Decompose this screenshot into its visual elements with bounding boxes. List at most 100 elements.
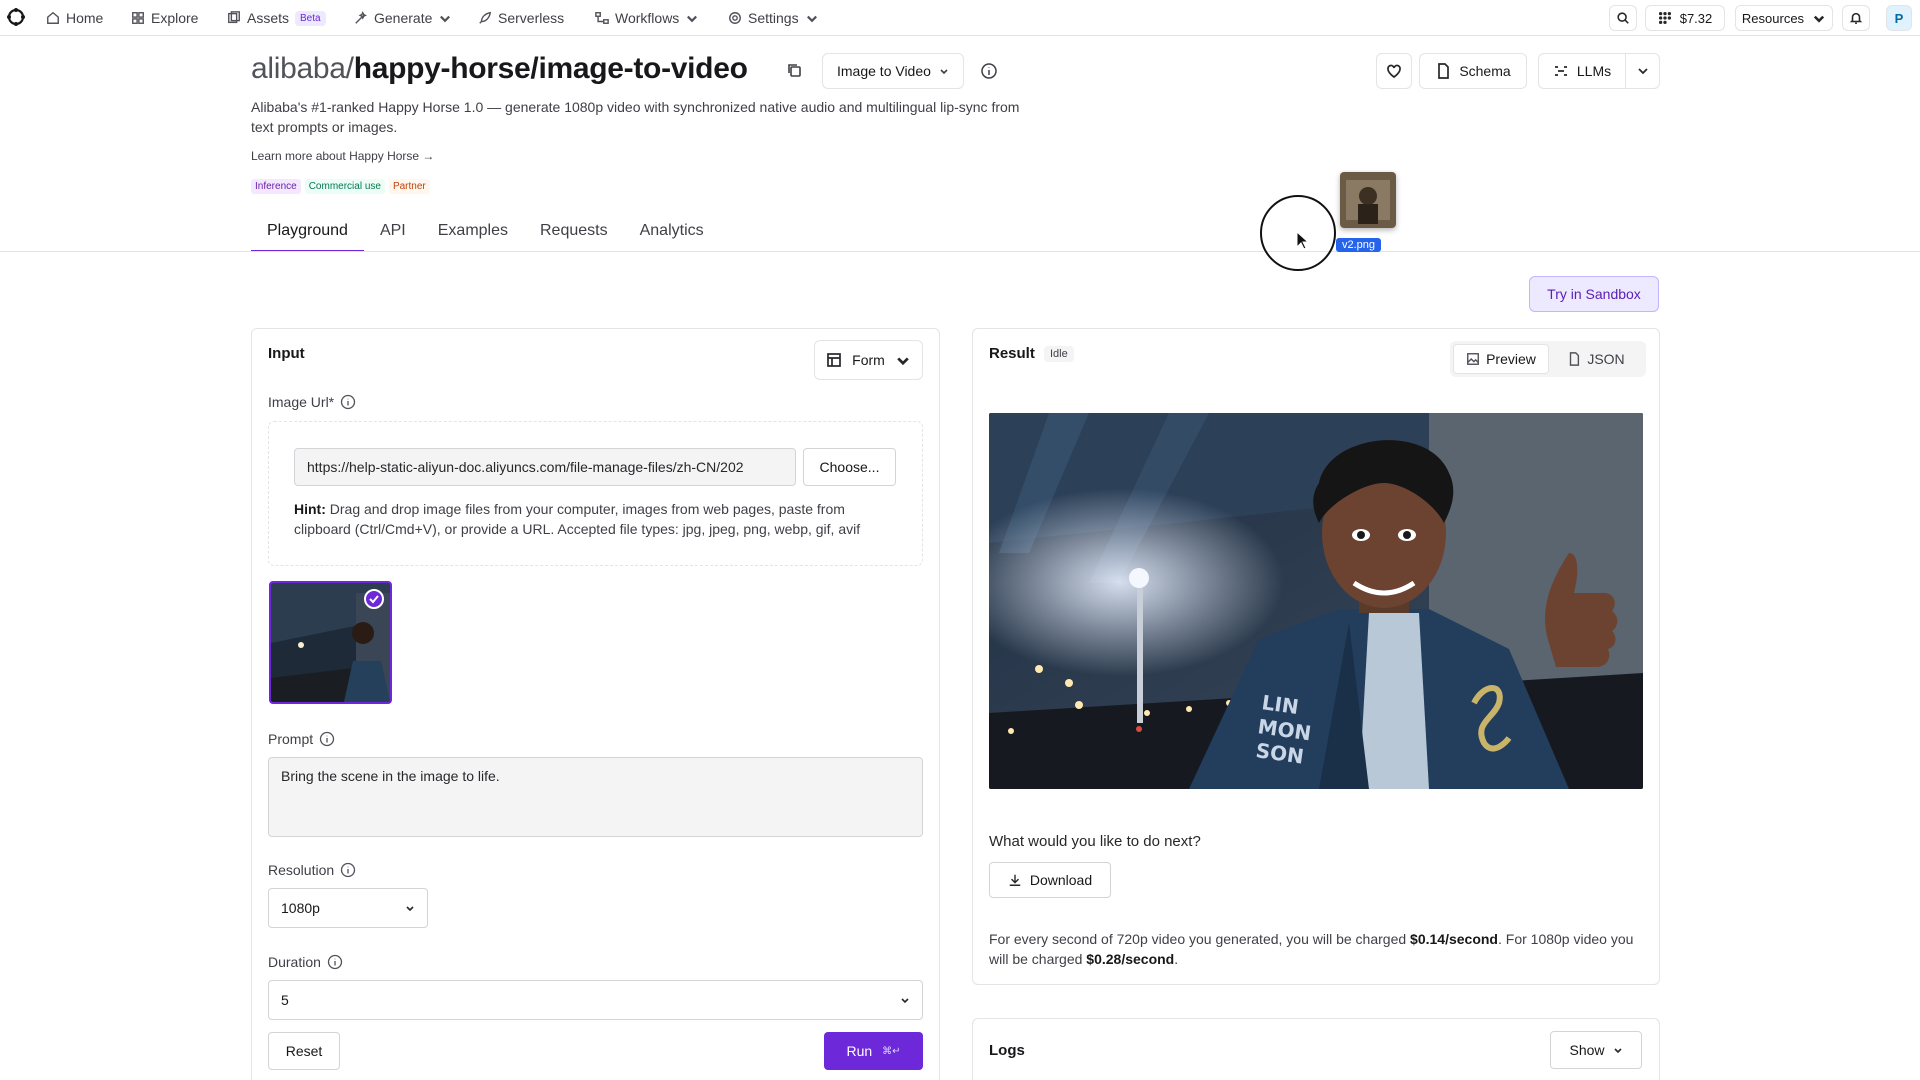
schema-button[interactable]: Schema: [1419, 53, 1527, 89]
tab-analytics[interactable]: Analytics: [624, 222, 720, 252]
mode-select[interactable]: Image to Video: [822, 53, 964, 89]
search-icon: [1617, 12, 1629, 24]
file-icon: [1438, 63, 1450, 79]
chevron-down-icon: [1637, 68, 1648, 75]
status-badge: Idle: [1044, 346, 1074, 362]
resolution-value: 1080p: [281, 900, 320, 916]
chevron-down-icon: [897, 357, 909, 366]
pricing-text-1: For every second of 720p video you gener…: [989, 931, 1411, 947]
resources-dropdown[interactable]: Resources: [1735, 5, 1833, 31]
credits-icon: [1658, 11, 1671, 25]
upload-hint: Hint: Drag and drop image files from you…: [294, 499, 904, 539]
info-icon[interactable]: [327, 954, 343, 970]
llm-icon: [1554, 66, 1567, 76]
nav-settings-label: Settings: [748, 10, 799, 26]
model-name: happy-horse/image-to-video: [353, 52, 748, 85]
notifications-button[interactable]: [1842, 5, 1870, 31]
grid-icon: [132, 12, 144, 24]
download-label: Download: [1029, 872, 1093, 888]
resolution-select[interactable]: 1080p: [268, 888, 428, 928]
nav-explore-label: Explore: [151, 10, 199, 26]
workflow-icon: [595, 12, 609, 24]
image-url-label-row: Image Url*: [268, 394, 356, 410]
reset-button[interactable]: Reset: [268, 1032, 340, 1070]
duration-label-row: Duration: [268, 954, 343, 970]
chevron-down-icon: [440, 15, 451, 23]
run-label: Run: [846, 1043, 873, 1059]
result-preview-image[interactable]: LIN MON SON: [989, 413, 1643, 789]
info-icon[interactable]: [980, 62, 998, 80]
info-icon[interactable]: [319, 731, 335, 747]
balance-button[interactable]: $7.32: [1645, 5, 1725, 31]
json-toggle[interactable]: JSON: [1549, 344, 1643, 374]
llms-label: LLMs: [1576, 63, 1612, 79]
drag-file-label: v2.png: [1336, 238, 1382, 252]
resources-label: Resources: [1741, 10, 1805, 26]
format-dropdown[interactable]: Form: [814, 340, 923, 380]
drag-preview-thumbnail: [1340, 172, 1396, 228]
download-button[interactable]: Download: [989, 862, 1111, 898]
image-url-input[interactable]: https://help-static-aliyun-doc.aliyuncs.…: [294, 448, 796, 486]
nav-generate-label: Generate: [374, 10, 433, 26]
tab-playground[interactable]: Playground: [251, 222, 364, 252]
preview-toggle[interactable]: Preview: [1453, 344, 1549, 374]
nav-serverless[interactable]: Serverless: [478, 8, 564, 28]
nav-explore[interactable]: Explore: [131, 8, 198, 28]
tag-inference: Inference: [251, 179, 301, 194]
tabs-divider: [0, 251, 1920, 252]
beta-badge: Beta: [295, 10, 326, 26]
run-button[interactable]: Run ⌘↵: [824, 1032, 923, 1070]
chevron-down-icon: [687, 15, 698, 23]
image-dropzone[interactable]: [268, 421, 923, 566]
hint-text: Drag and drop image files from your comp…: [294, 501, 861, 537]
prompt-label-row: Prompt: [268, 731, 335, 747]
search-button[interactable]: [1609, 5, 1637, 31]
gear-icon: [729, 12, 741, 24]
try-in-sandbox-button[interactable]: Try in Sandbox: [1529, 276, 1659, 312]
top-nav: Home Explore Assets Beta Generate Server…: [0, 0, 1920, 36]
tab-bar: Playground API Examples Requests Analyti…: [251, 222, 720, 252]
nav-settings[interactable]: Settings: [728, 8, 819, 28]
tab-examples[interactable]: Examples: [422, 222, 524, 252]
nav-home[interactable]: Home: [46, 8, 103, 28]
nav-generate[interactable]: Generate: [354, 8, 452, 28]
llms-button[interactable]: LLMs: [1538, 53, 1626, 89]
preview-label: Preview: [1486, 351, 1536, 367]
nav-assets[interactable]: Assets Beta: [227, 8, 326, 28]
info-icon[interactable]: [340, 394, 356, 410]
chevron-down-icon: [1813, 15, 1825, 23]
learn-more-link[interactable]: Learn more about Happy Horse →: [251, 149, 434, 163]
mode-select-value: Image to Video: [837, 63, 931, 79]
tab-requests[interactable]: Requests: [524, 222, 624, 252]
more-options-button[interactable]: [1625, 53, 1660, 89]
cursor-icon: [1296, 231, 1310, 250]
resolution-label-row: Resolution: [268, 862, 356, 878]
hint-bold: Hint:: [294, 501, 326, 517]
info-icon[interactable]: [340, 862, 356, 878]
prompt-textarea[interactable]: Bring the scene in the image to life.: [268, 757, 923, 837]
check-icon: [364, 589, 384, 609]
model-description: Alibaba's #1-ranked Happy Horse 1.0 — ge…: [251, 99, 1020, 135]
logs-show-dropdown[interactable]: Show: [1550, 1031, 1642, 1069]
avatar[interactable]: P: [1886, 5, 1912, 31]
view-toggle: Preview JSON: [1450, 341, 1646, 377]
choose-file-button[interactable]: Choose...: [803, 448, 896, 486]
rocket-icon: [479, 11, 492, 24]
favorite-button[interactable]: [1376, 53, 1412, 89]
run-shortcut: ⌘↵: [882, 1045, 901, 1057]
nav-workflows[interactable]: Workflows: [595, 8, 699, 28]
selected-image-thumbnail[interactable]: [269, 581, 392, 704]
copy-icon[interactable]: [786, 62, 802, 78]
nav-workflows-label: Workflows: [615, 10, 680, 26]
tag-commercial: Commercial use: [304, 179, 385, 194]
file-icon: [1570, 352, 1580, 366]
logs-title: Logs: [989, 1042, 1025, 1059]
duration-value: 5: [281, 992, 289, 1008]
model-owner: alibaba/: [251, 52, 354, 85]
duration-select[interactable]: 5: [268, 980, 923, 1020]
nav-assets-label: Assets: [247, 10, 290, 26]
tab-api[interactable]: API: [364, 222, 422, 252]
download-icon: [1009, 874, 1021, 886]
logo-icon[interactable]: [6, 7, 26, 27]
bell-icon: [1849, 12, 1863, 25]
